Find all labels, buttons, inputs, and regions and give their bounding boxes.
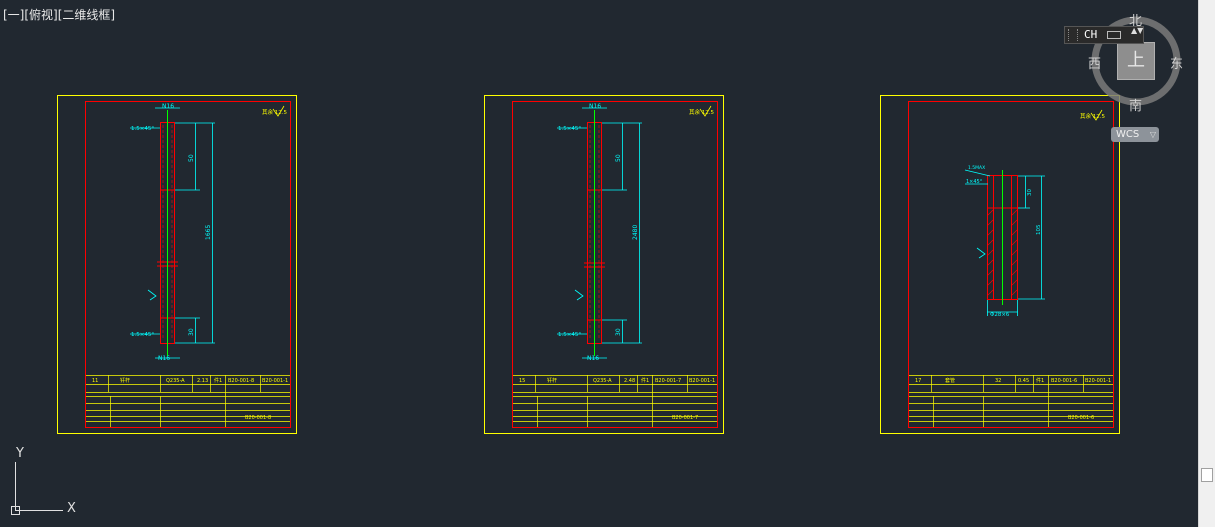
title-cell: 钎杆 [120, 377, 130, 384]
drawing-number: B20-001-6 [1068, 415, 1094, 421]
title-cell: B20-001-7 [655, 378, 681, 384]
drawing-sheet-3[interactable]: 1.5MAX 1×45° 30 105 Φ28×6 其余 12.5 17 套管 … [880, 95, 1120, 434]
sheet-inner-frame [512, 101, 718, 428]
grip-icon[interactable] [1068, 29, 1078, 41]
dimension-lines [130, 107, 215, 359]
title-cell: 17 [915, 378, 921, 384]
title-row: 15 钎杆 Q235-A 2.48 件1 B20-001-7 B20-001-1 [519, 377, 715, 384]
drawing-number: B20-001-7 [672, 415, 698, 421]
label-chamfer-top: 1.5×45° [558, 126, 581, 132]
title-cell: B20-001-8 [228, 378, 254, 384]
keyboard-icon[interactable] [1107, 31, 1121, 39]
title-cell: 2.48 [624, 378, 635, 384]
dim-bottom: 30 [615, 328, 622, 336]
dim-width: Φ28×6 [990, 312, 1010, 318]
label-chamfer-bottom: 1.5×45° [558, 332, 581, 338]
label-chamfer-bottom: 1.5×45° [131, 332, 154, 338]
chevron-down-icon: ▽ [1149, 130, 1156, 139]
label-n-bottom: N16 [158, 355, 170, 362]
title-row: 11 钎杆 Q235-A 2.13 件1 B20-001-8 B20-001-1 [92, 377, 288, 384]
title-row: 17 套管 32 0.45 件1 B20-001-6 B20-001-1 [915, 377, 1111, 384]
viewcube-east[interactable]: 东 [1170, 53, 1183, 72]
title-cell: 11 [92, 378, 98, 384]
label-n-top: N16 [162, 103, 174, 110]
drawing-sheet-1[interactable]: N16 N16 1.5×45° 1.5×45° 50 30 1665 其余 12… [57, 95, 297, 434]
vertical-scrollbar[interactable] [1198, 0, 1215, 527]
title-cell: 32 [995, 378, 1001, 384]
ucs-icon [11, 462, 63, 515]
label-n-top: N16 [589, 103, 601, 110]
dim-total: 2480 [632, 225, 639, 240]
dim-bottom: 30 [188, 328, 195, 336]
label-chamfer-top: 1.5×45° [131, 126, 154, 132]
viewcube-top-face[interactable]: 上 [1117, 42, 1155, 80]
dim-top: 30 [1027, 189, 1033, 196]
title-cell: B20-001-1 [262, 378, 288, 384]
title-cell: 2.13 [197, 378, 208, 384]
label-top-max: 1.5MAX [968, 165, 985, 171]
scrollbar-thumb[interactable] [1201, 468, 1213, 482]
dim-total: 105 [1036, 224, 1042, 235]
ime-language-bar[interactable]: CH ▲▼ [1064, 26, 1144, 44]
ucs-x-label: X [67, 501, 76, 516]
viewcube-south[interactable]: 南 [1129, 95, 1142, 114]
dim-total: 1665 [205, 225, 212, 240]
sheet-inner-frame [85, 101, 291, 428]
title-cell: 15 [519, 378, 525, 384]
ucs-y-label: Y [15, 446, 24, 461]
title-cell: 钎杆 [547, 377, 557, 384]
drawing-canvas[interactable]: N16 N16 1.5×45° 1.5×45° 50 30 1665 其余 12… [0, 0, 1198, 527]
dimension-lines [964, 169, 1045, 316]
wcs-button[interactable]: WCS ▽ [1111, 127, 1159, 142]
title-cell: 件1 [641, 377, 649, 384]
ime-arrows-icon[interactable]: ▲▼ [1131, 27, 1143, 35]
title-cell: 件1 [214, 377, 222, 384]
dim-top: 50 [615, 154, 622, 162]
viewcube-west[interactable]: 西 [1088, 53, 1101, 72]
title-cell: B20-001-1 [689, 378, 715, 384]
label-n-bottom: N16 [587, 355, 599, 362]
drawing-sheet-2[interactable]: N16 N16 1.5×45° 1.5×45° 50 30 2480 其余 12… [484, 95, 724, 434]
title-cell: B20-001-1 [1085, 378, 1111, 384]
title-cell: B20-001-6 [1051, 378, 1077, 384]
title-cell: 0.45 [1018, 378, 1029, 384]
title-cell: 件1 [1036, 377, 1044, 384]
title-cell: Q235-A [593, 378, 612, 384]
drawing-number: B20-001-8 [245, 415, 271, 421]
title-cell: Q235-A [166, 378, 185, 384]
label-chamfer-top: 1×45° [966, 179, 983, 185]
title-cell: 套管 [945, 377, 955, 384]
wcs-label: WCS [1116, 129, 1140, 140]
dim-top: 50 [188, 154, 195, 162]
ime-language-label: CH [1084, 28, 1098, 41]
